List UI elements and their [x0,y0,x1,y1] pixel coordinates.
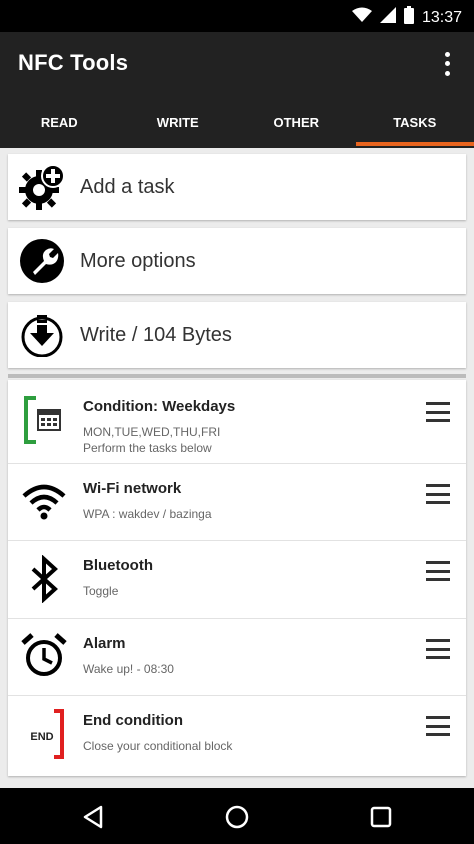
write-label: Write / 104 Bytes [80,323,232,346]
tab-bar: READ WRITE OTHER TASKS [0,96,474,148]
app-title: NFC Tools [18,50,129,75]
add-task-label: Add a task [80,175,175,198]
recents-icon[interactable] [366,802,396,832]
drag-handle-icon[interactable] [426,561,450,581]
task-detail: Wake up! - 08:30 [83,662,174,676]
bluetooth-icon [20,555,68,603]
more-options-label: More options [80,249,196,272]
section-divider [8,374,466,378]
task-row-alarm[interactable]: Alarm Wake up! - 08:30 [8,619,466,696]
task-row-bluetooth[interactable]: Bluetooth Toggle [8,541,466,619]
task-title: Bluetooth [83,557,153,574]
task-detail: Toggle [83,584,119,598]
end-condition-icon-text: END [30,731,53,743]
signal-icon [379,7,396,28]
write-button[interactable]: Write / 104 Bytes [8,302,466,368]
task-detail: WPA : wakdev / bazinga [83,507,212,521]
navigation-bar [0,788,474,844]
tab-write[interactable]: WRITE [119,96,238,148]
wifi-status-icon [351,7,372,28]
wrench-icon [18,237,66,285]
tab-tasks[interactable]: TASKS [355,96,474,148]
drag-handle-icon[interactable] [426,716,450,736]
drag-handle-icon[interactable] [426,484,450,504]
task-detail: MON,TUE,WED,THU,FRI [83,425,221,439]
tasks-content: Add a task More options Write / 104 Byte… [0,148,474,788]
add-task-button[interactable]: Add a task [8,154,466,220]
add-task-gear-icon [18,163,66,211]
home-icon[interactable] [222,802,252,832]
task-row-wifi[interactable]: Wi-Fi network WPA : wakdev / bazinga [8,464,466,541]
task-row-end-condition[interactable]: END End condition Close your conditional… [8,696,466,776]
wifi-icon [20,478,68,526]
drag-handle-icon[interactable] [426,402,450,422]
task-detail: Close your conditional block [83,739,233,753]
end-condition-icon: END [20,709,68,759]
task-list: Condition: Weekdays MON,TUE,WED,THU,FRI … [8,380,466,776]
back-icon[interactable] [78,802,108,832]
task-title: Wi-Fi network [83,480,182,497]
tab-other[interactable]: OTHER [237,96,356,148]
status-bar: 13:37 [0,0,474,32]
write-download-icon [18,311,66,359]
calendar-condition-icon [20,396,68,444]
task-row-condition[interactable]: Condition: Weekdays MON,TUE,WED,THU,FRI … [8,380,466,464]
task-title: Alarm [83,635,126,652]
task-detail-secondary: Perform the tasks below [83,441,212,455]
status-time: 13:37 [421,8,462,26]
more-options-button[interactable]: More options [8,228,466,294]
alarm-clock-icon [20,632,68,680]
drag-handle-icon[interactable] [426,639,450,659]
app-bar: NFC Tools [0,32,474,96]
status-icons: 13:37 [351,6,462,29]
overflow-menu-icon[interactable] [440,50,454,78]
task-title: End condition [83,712,183,729]
task-title: Condition: Weekdays [83,398,236,415]
tab-read[interactable]: READ [0,96,119,148]
battery-icon [403,6,414,29]
